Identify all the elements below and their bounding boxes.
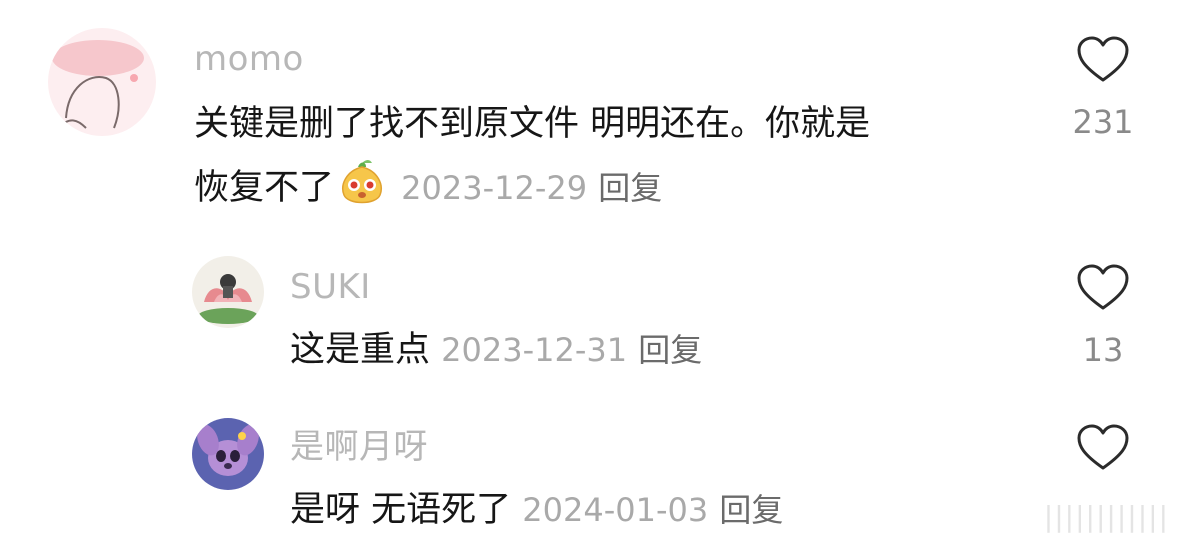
heart-outline-icon: [1077, 424, 1129, 470]
comment-line-1: 关键是删了找不到原文件 明明还在。你就是: [194, 104, 871, 144]
comment-date: 2023-12-29: [401, 169, 588, 207]
comment-body: 是呀 无语死了: [290, 490, 512, 530]
like-button[interactable]: 13: [1068, 264, 1138, 366]
comment-date: 2023-12-31: [441, 331, 628, 369]
reply-button[interactable]: 回复: [719, 491, 783, 529]
username[interactable]: SUKI: [290, 270, 371, 304]
like-button[interactable]: 231: [1068, 36, 1138, 138]
like-count: 13: [1082, 331, 1124, 369]
heart-outline-icon: [1077, 36, 1129, 82]
like-button[interactable]: [1068, 424, 1138, 472]
reply-button[interactable]: 回复: [638, 331, 702, 369]
watermark: ||||||||||||: [1043, 500, 1169, 533]
like-count: 231: [1072, 103, 1134, 141]
reply-button[interactable]: 回复: [598, 169, 662, 207]
avatar-image: [48, 28, 156, 136]
comment-text: 关键是删了找不到原文件 明明还在。你就是 恢复不了 2023-12-29 回复: [194, 92, 1054, 220]
comment-body: 这是重点: [290, 330, 431, 370]
heart-outline-icon: [1077, 264, 1129, 310]
comment-date: 2024-01-03: [522, 491, 709, 529]
avatar-image: [192, 256, 264, 328]
avatar-image: [192, 418, 264, 490]
avatar[interactable]: [192, 256, 264, 328]
comment-line-2-text: 恢复不了: [194, 168, 335, 208]
chestnut-smile-emoji-icon: [342, 160, 382, 204]
avatar[interactable]: [192, 418, 264, 490]
username[interactable]: momo: [194, 42, 304, 76]
avatar[interactable]: [48, 28, 156, 136]
comment-text: 是呀 无语死了 2024-01-03 回复: [290, 478, 1050, 542]
username[interactable]: 是啊月呀: [290, 430, 428, 464]
comment-text: 这是重点 2023-12-31 回复: [290, 318, 1050, 382]
comment-line-2: 恢复不了 2023-12-29 回复: [194, 156, 1054, 220]
